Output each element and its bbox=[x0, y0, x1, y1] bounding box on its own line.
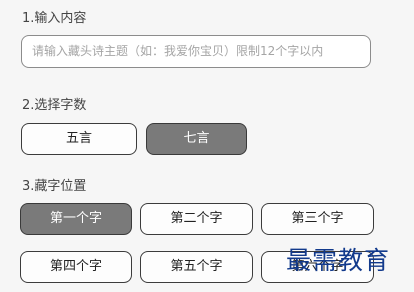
position-third-button[interactable]: 第三个字 bbox=[261, 203, 374, 235]
section-title-position: 3.藏字位置 bbox=[22, 179, 87, 194]
section-title-input: 1.输入内容 bbox=[22, 11, 87, 26]
five-char-button[interactable]: 五言 bbox=[21, 123, 137, 155]
position-fifth-button[interactable]: 第五个字 bbox=[140, 251, 253, 283]
brand-watermark: 最需教育 bbox=[286, 246, 391, 275]
position-second-button[interactable]: 第二个字 bbox=[140, 203, 253, 235]
position-fourth-button[interactable]: 第四个字 bbox=[20, 251, 132, 283]
position-first-button[interactable]: 第一个字 bbox=[20, 203, 132, 235]
theme-input[interactable]: 请输入藏头诗主题（如：我爱你宝贝）限制12个字以内 bbox=[21, 35, 371, 68]
section-title-word-count: 2.选择字数 bbox=[22, 98, 87, 113]
seven-char-button[interactable]: 七言 bbox=[146, 123, 247, 155]
